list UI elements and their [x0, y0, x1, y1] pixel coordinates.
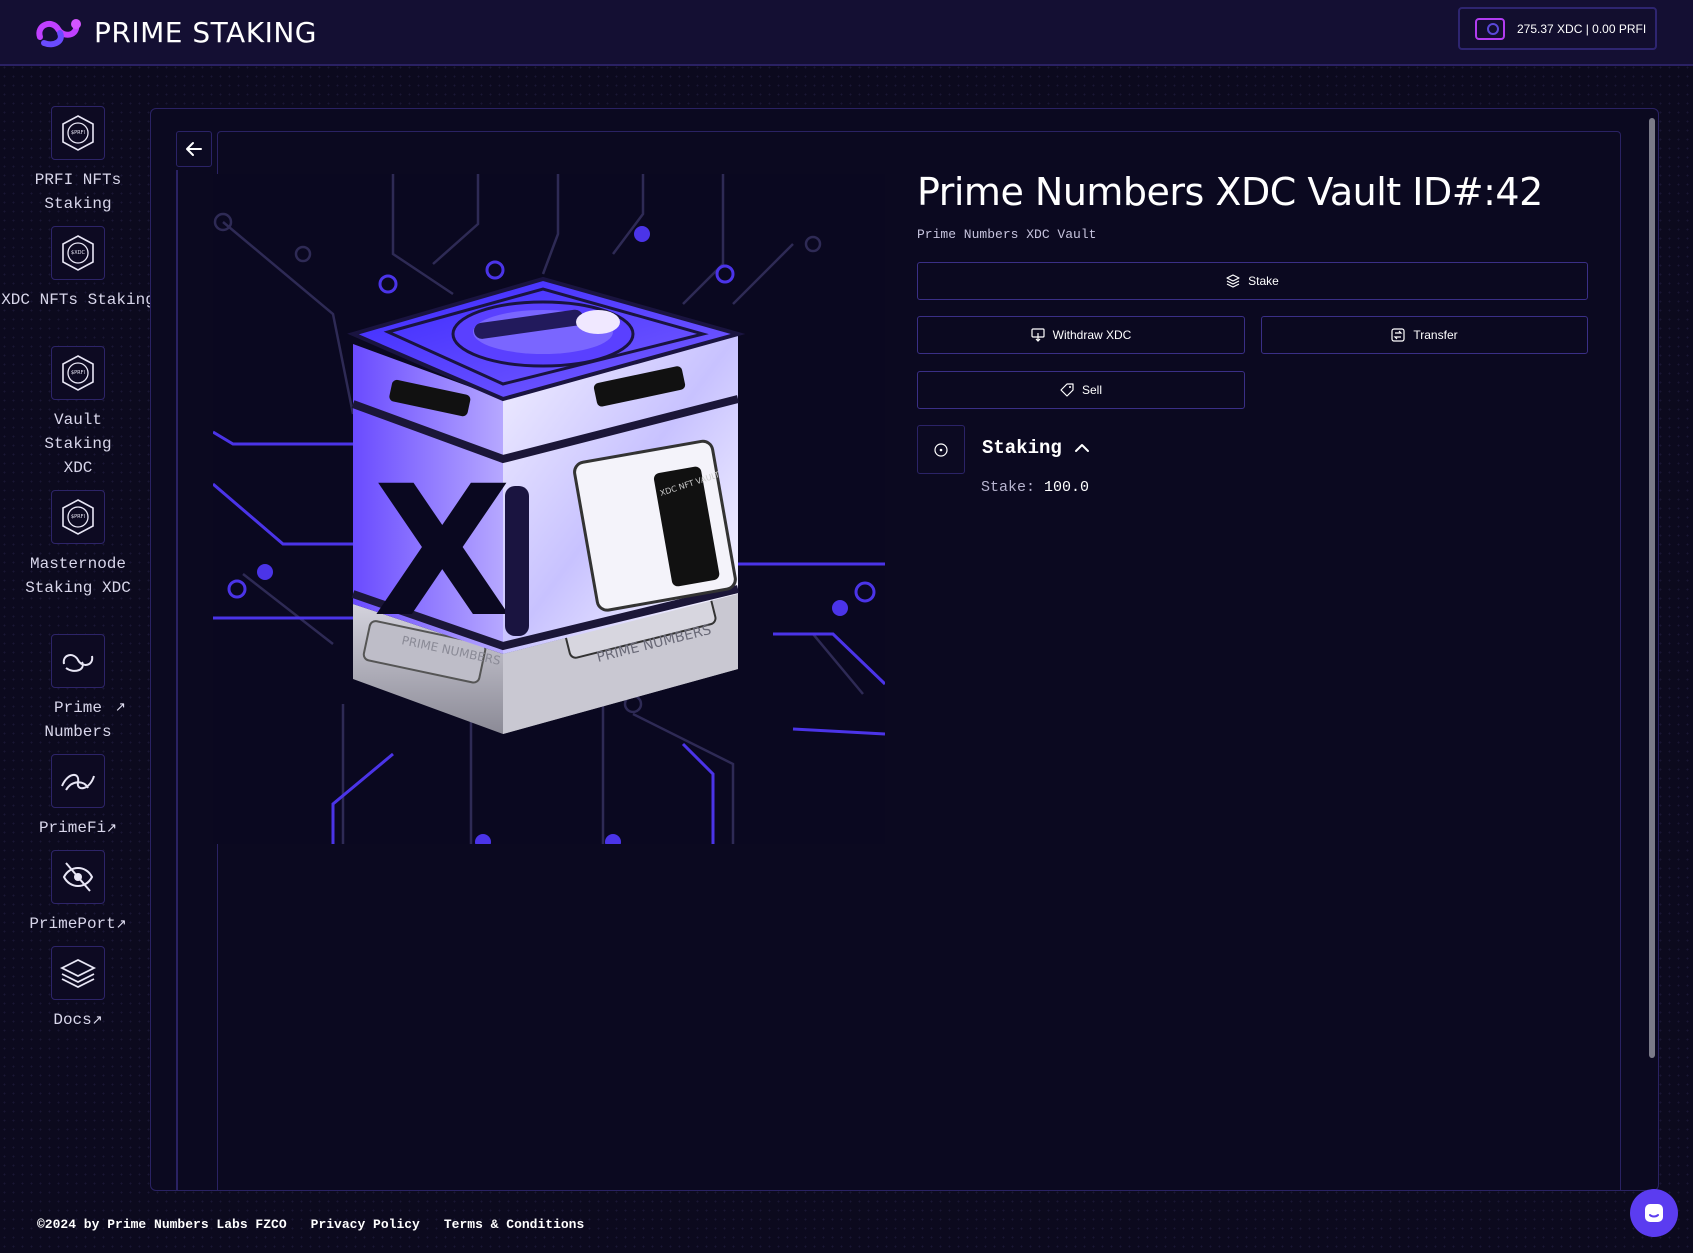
staking-section-title: Staking	[982, 437, 1062, 459]
sidebar-item-xdc-nfts-staking[interactable]: $XDC XDC NFTs Staking	[0, 226, 156, 312]
tag-icon	[1060, 383, 1074, 397]
primeport-logo-icon	[51, 850, 105, 904]
vault-title: Prime Numbers XDC Vault ID#:42	[917, 170, 1543, 214]
external-link-icon: ↗	[115, 917, 127, 932]
chat-bubble-icon	[1645, 1204, 1663, 1222]
sidebar-item-label: Prime Numbers ↗	[0, 696, 156, 744]
staking-section-toggle[interactable]: Staking	[982, 437, 1090, 459]
panel-divider	[176, 170, 178, 1191]
stake-amount-value: 100.0	[1044, 479, 1090, 496]
wallet-balance-button[interactable]: 275.37 XDC | 0.00 PRFI	[1458, 7, 1657, 50]
sell-button-label: Sell	[1081, 383, 1102, 397]
sidebar-item-label-text: PrimeFi	[38, 819, 107, 837]
sidebar-item-label: PrimePort↗	[0, 912, 156, 937]
sidebar-item-label: PrimeFi↗	[0, 816, 156, 841]
sidebar-item-label-text: Docs	[53, 1011, 92, 1029]
footer-copyright: ©2024 by Prime Numbers Labs FZCO	[37, 1217, 287, 1232]
sidebar-item-label-text: Prime Numbers	[44, 699, 112, 741]
sidebar-item-prime-numbers[interactable]: Prime Numbers ↗	[0, 634, 156, 744]
vault-nft-image: PRIME NUMBERS PRIME NUMBERS X XDC NFT VA…	[213, 174, 885, 844]
prfi-coin-icon: $PRFI	[51, 346, 105, 400]
vault-x-letter: X	[373, 448, 512, 657]
transfer-icon	[1391, 328, 1405, 342]
sidebar-icon-text: $PRFI	[71, 130, 85, 136]
stake-amount-label: Stake:	[981, 479, 1036, 496]
back-button[interactable]	[176, 131, 212, 167]
prfi-coin-icon: $PRFI	[51, 490, 105, 544]
page-footer: ©2024 by Prime Numbers Labs FZCO Privacy…	[37, 1217, 584, 1232]
wallet-balance-text: 275.37 XDC | 0.00 PRFI	[1517, 21, 1647, 36]
sidebar-item-label: Vault Staking XDC	[44, 411, 112, 477]
brand-name: PRIME STAKING	[94, 15, 317, 49]
chevron-up-icon	[1074, 444, 1089, 452]
transfer-button[interactable]: Transfer	[1261, 316, 1588, 354]
sidebar-item-prfi-nfts-staking[interactable]: $PRFI PRFI NFTs Staking	[0, 106, 156, 216]
footer-terms-link[interactable]: Terms & Conditions	[444, 1217, 584, 1232]
main-scrollbar[interactable]	[1647, 110, 1657, 1190]
external-link-icon: ↗	[91, 1013, 103, 1028]
external-link-icon: ↗	[115, 700, 126, 715]
docs-stack-icon	[51, 946, 105, 1000]
scrollbar-thumb[interactable]	[1649, 118, 1655, 1058]
primefi-logo-icon	[51, 754, 105, 808]
footer-privacy-link[interactable]: Privacy Policy	[311, 1217, 420, 1232]
stake-button[interactable]: Stake	[917, 262, 1588, 300]
external-link-icon: ↗	[106, 821, 118, 836]
sell-button[interactable]: Sell	[917, 371, 1245, 409]
sidebar-item-primeport[interactable]: PrimePort↗	[0, 850, 156, 937]
vault-subtitle: Prime Numbers XDC Vault	[917, 227, 1097, 242]
info-circle-icon	[934, 442, 948, 457]
staking-section-icon	[917, 425, 965, 474]
withdraw-xdc-button[interactable]: Withdraw XDC	[917, 316, 1245, 354]
arrow-left-icon	[186, 142, 202, 156]
prfi-coin-icon: $PRFI	[51, 106, 105, 160]
sidebar-item-label: PRFI NFTs Staking	[34, 171, 122, 213]
sidebar-item-label: Masternode Staking XDC	[25, 555, 131, 597]
brand-logo[interactable]: PRIME STAKING	[34, 12, 317, 52]
sidebar-item-label: Docs↗	[0, 1008, 156, 1033]
xdc-coin-icon: $XDC	[51, 226, 105, 280]
wallet-icon	[1475, 17, 1505, 40]
layers-icon	[1226, 274, 1240, 288]
sidebar-item-primefi[interactable]: PrimeFi↗	[0, 754, 156, 841]
withdraw-button-label: Withdraw XDC	[1052, 328, 1132, 342]
top-header: PRIME STAKING 275.37 XDC | 0.00 PRFI	[0, 0, 1693, 66]
sidebar-item-docs[interactable]: Docs↗	[0, 946, 156, 1033]
sidebar-item-vault-staking-xdc[interactable]: $PRFI Vault Staking XDC	[0, 346, 156, 480]
stake-button-label: Stake	[1248, 274, 1279, 288]
sidebar-icon-text: $PRFI	[71, 370, 85, 376]
sidebar-item-label: XDC NFTs Staking	[1, 291, 155, 309]
transfer-button-label: Transfer	[1413, 328, 1458, 342]
prime-numbers-logo-icon	[51, 634, 105, 688]
stake-amount-row: Stake: 100.0	[981, 479, 1089, 496]
withdraw-icon	[1031, 328, 1045, 342]
sidebar-item-masternode-staking-xdc[interactable]: $PRFI Masternode Staking XDC	[0, 490, 156, 600]
sidebar-icon-text: $XDC	[71, 250, 85, 256]
chat-support-button[interactable]	[1630, 1189, 1678, 1237]
sidebar-item-label-text: PrimePort	[29, 915, 116, 933]
sidebar-icon-text: $PRFI	[71, 514, 85, 520]
prime-staking-logo-icon	[36, 19, 81, 48]
